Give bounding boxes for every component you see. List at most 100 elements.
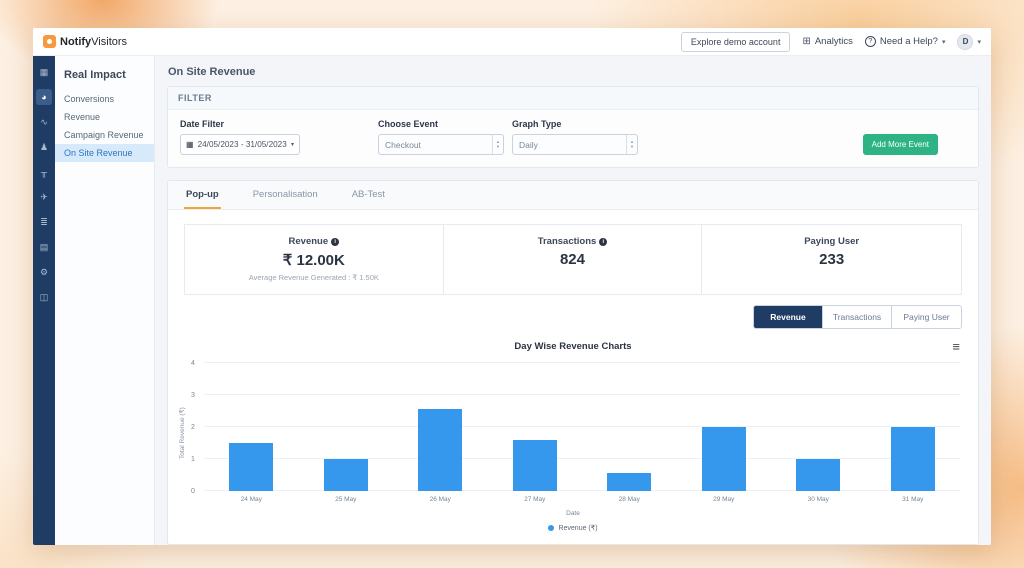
sidebar-item-on-site-revenue[interactable]: On Site Revenue [55,144,154,162]
help-label: Need a Help? [879,36,938,47]
stat-paying-user: Paying User 233 [702,225,961,294]
chart-legend[interactable]: Revenue (₹) [168,524,978,532]
send-icon[interactable]: ✈ [36,189,52,205]
avatar: D [957,33,974,50]
tab-personalisation[interactable]: Personalisation [251,181,320,209]
help-menu[interactable]: ? Need a Help? ▾ [864,36,945,47]
x-tick-label: 26 May [429,496,451,503]
y-tick-label: 1 [191,456,195,463]
list-icon[interactable]: ≣ [36,214,52,230]
stat-label: Transactions i [452,236,694,247]
sidebar-items: Conversions Revenue Campaign Revenue On Sit… [55,90,154,162]
x-tick-label: 28 May [618,496,640,503]
bar-cell [771,363,866,491]
date-filter-field: Date Filter ▦ 24/05/2023 - 31/05/2023 ▾ [180,119,300,155]
body-row: ▦ ◕ ∿ ♟ ╥ ✈ ≣ ▤ ⚙ ◫ Real Impact Conversions Revenu… [33,56,991,545]
filter-title: FILTER [168,87,978,110]
choose-event-field: Choose Event Checkout ▲ ▼ [378,119,504,155]
top-header: NotifyVisitors Explore demo account ⊞ An… [33,28,991,56]
x-tick-label: 27 May [524,496,546,503]
settings-icon[interactable]: ⚙ [36,264,52,280]
chevron-down-icon: ▾ [977,38,981,46]
bars-layer [204,363,960,491]
caret-down-icon: ▾ [290,142,294,148]
legend-marker-icon [548,525,555,531]
metric-toggle-wrap: Revenue Transactions Paying User [184,305,962,329]
help-icon: ? [864,36,876,47]
sitemap-icon[interactable]: ╥ [36,164,52,180]
docs-icon[interactable]: ◫ [36,289,52,305]
y-tick-label: 3 [191,392,195,399]
trends-icon[interactable]: ∿ [36,114,52,130]
legend-label: Revenue (₹) [558,525,598,532]
bar[interactable] [229,443,274,491]
toggle-revenue-button[interactable]: Revenue [754,306,823,328]
bar[interactable] [512,439,557,491]
analytics-menu[interactable]: ⊞ Analytics [802,36,852,47]
bar[interactable] [323,459,368,491]
x-axis-ticks: 24 May 25 May 26 May 27 May 28 May 29 May 30 M… [204,496,960,503]
event-select[interactable]: Checkout ▲ ▼ [378,134,504,155]
bar-cell [677,363,772,491]
add-more-event-button[interactable]: Add More Event [862,134,938,155]
y-tick-label: 2 [191,424,195,431]
bar[interactable] [418,409,463,491]
filter-body: Date Filter ▦ 24/05/2023 - 31/05/2023 ▾ … [168,110,978,167]
stats-row: Revenue i ₹ 12.00K Average Revenue Generate… [184,224,962,295]
tab-pop-up[interactable]: Pop-up [184,181,221,209]
user-menu[interactable]: D ▾ [957,33,981,50]
toggle-paying-user-button[interactable]: Paying User [892,306,961,328]
date-filter-label: Date Filter [180,119,225,129]
chart-context-menu-icon[interactable]: ≡ [952,339,960,354]
stat-value: 233 [819,251,845,268]
stat-value: ₹ 12.00K [282,252,345,269]
plot-area-wrap: 0 1 2 3 4 24 May 25 May 26 May 27 May 28 May 29 M… [188,360,960,503]
info-icon[interactable]: i [599,237,608,246]
x-tick-label: 24 May [240,496,262,503]
plot-area: 0 1 2 3 4 [191,360,960,495]
image-icon[interactable]: ▤ [36,239,52,255]
logo-icon [43,35,56,48]
choose-event-label: Choose Event [378,119,439,129]
logo[interactable]: NotifyVisitors [43,35,127,48]
toggle-transactions-button[interactable]: Transactions [823,306,892,328]
dashboard-icon[interactable]: ◕ [36,89,52,105]
sidebar-item-campaign-revenue[interactable]: Campaign Revenue [55,126,154,144]
sidebar-item-conversions[interactable]: Conversions [55,90,154,108]
bar-cell [866,363,961,491]
calendar-icon: ▦ [186,140,194,149]
filter-panel: FILTER Date Filter ▦ 24/05/2023 - 31/05/… [167,86,979,168]
select-stepper-icon: ▲ ▼ [626,135,637,154]
stat-subtext: Average Revenue Generated : ₹ 1.50K [248,273,379,282]
x-tick-label: 25 May [335,496,357,503]
icon-rail: ▦ ◕ ∿ ♟ ╥ ✈ ≣ ▤ ⚙ ◫ [33,56,55,545]
stat-label: Paying User [804,236,860,247]
tab-ab-test[interactable]: AB-Test [350,181,387,209]
sidebar-title: Real Impact [64,69,126,81]
app-window: NotifyVisitors Explore demo account ⊞ An… [33,28,991,545]
report-card: Pop-up Personalisation AB-Test Revenue i ₹ 1… [167,180,979,545]
y-axis-label: Total Revenue (₹) [179,407,186,459]
bar[interactable] [890,427,935,491]
apps-grid-icon: ⊞ [802,36,811,47]
grid-icon[interactable]: ▦ [36,64,52,80]
graph-type-field: Graph Type Daily ▲ ▼ [512,119,638,155]
x-tick-label: 30 May [807,496,829,503]
x-tick-label: 31 May [902,496,924,503]
metric-toggle-group: Revenue Transactions Paying User [753,305,962,329]
x-axis-label: Date [566,510,580,517]
report-tabs: Pop-up Personalisation AB-Test [168,181,978,210]
x-tick-label: 29 May [713,496,735,503]
topbar-actions: Explore demo account ⊞ Analytics ? Need … [680,31,981,52]
users-icon[interactable]: ♟ [36,139,52,155]
explore-demo-button[interactable]: Explore demo account [680,31,791,52]
info-icon[interactable]: i [331,237,340,246]
bar-cell [299,363,394,491]
bar[interactable] [701,427,746,491]
graph-type-select[interactable]: Daily ▲ ▼ [512,134,638,155]
event-select-value: Checkout [385,139,421,150]
bar[interactable] [796,459,841,491]
sidebar-item-revenue[interactable]: Revenue [55,108,154,126]
bar[interactable] [607,473,652,491]
date-range-picker[interactable]: ▦ 24/05/2023 - 31/05/2023 ▾ [180,134,300,155]
